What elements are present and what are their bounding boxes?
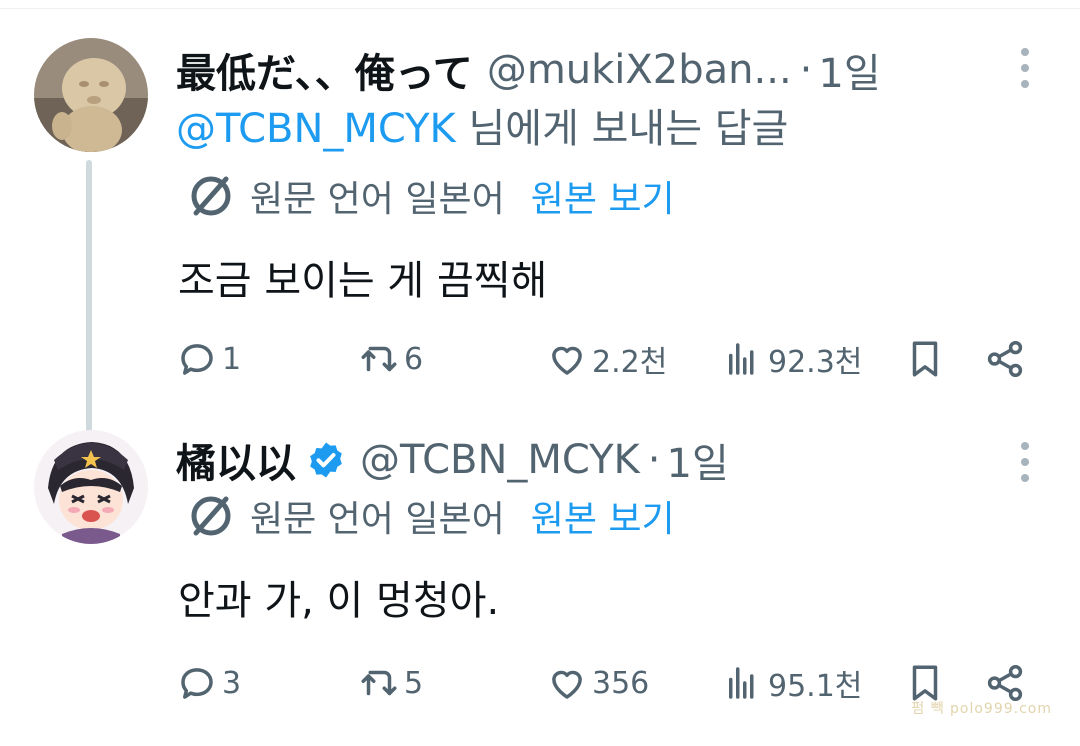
reply-button[interactable]: 3 bbox=[176, 658, 241, 708]
timestamp[interactable]: 1일 bbox=[818, 41, 880, 99]
more-options-icon[interactable] bbox=[1018, 442, 1032, 482]
retweet-button[interactable]: 6 bbox=[358, 334, 423, 384]
views-button[interactable]: 92.3천 bbox=[722, 334, 862, 384]
like-icon bbox=[552, 670, 582, 699]
like-button[interactable]: 356 bbox=[546, 658, 649, 708]
reply-context: @TCBN_MCYK 님에게 보내는 답글 bbox=[176, 96, 788, 154]
translation-bar: 원문 언어 일본어 원본 보기 bbox=[186, 490, 675, 542]
tweet-header: 最低だ、、俺って @mukiX2ban... · 1일 bbox=[176, 40, 881, 100]
avatar[interactable] bbox=[34, 38, 148, 152]
retweet-icon bbox=[361, 670, 397, 696]
like-icon bbox=[552, 346, 582, 375]
action-bar: 1 6 2.2천 92.3천 bbox=[176, 334, 1028, 384]
share-button[interactable] bbox=[984, 334, 1026, 384]
action-bar: 3 5 356 95.1천 bbox=[176, 658, 1028, 708]
more-options-icon[interactable] bbox=[1018, 48, 1032, 88]
view-count: 95.1천 bbox=[768, 669, 863, 704]
display-name[interactable]: 最低だ、、俺って bbox=[176, 41, 473, 99]
separator-dot: · bbox=[799, 47, 813, 93]
display-name[interactable]: 橘以以 bbox=[176, 431, 296, 489]
show-original-link[interactable]: 원본 보기 bbox=[531, 170, 675, 222]
like-count: 2.2천 bbox=[592, 345, 668, 380]
retweet-count: 6 bbox=[404, 341, 424, 377]
bookmark-icon bbox=[912, 341, 938, 377]
user-handle[interactable]: @TCBN_MCYK bbox=[360, 437, 640, 483]
avatar[interactable] bbox=[34, 430, 148, 544]
top-divider bbox=[0, 8, 1080, 9]
reply-icon bbox=[181, 668, 213, 699]
translated-from-label: 원문 언어 일본어 bbox=[250, 499, 505, 540]
tweet-text: 조금 보이는 게 끔찍해 bbox=[178, 258, 548, 304]
verified-badge-icon bbox=[310, 442, 342, 478]
thread-line bbox=[86, 160, 92, 450]
reply-count: 3 bbox=[222, 665, 242, 701]
tweet-reply[interactable]: 最低だ、、俺って @mukiX2ban... · 1일 @TCBN_MCYK 님… bbox=[0, 30, 1080, 450]
separator-dot: · bbox=[647, 437, 661, 483]
user-handle[interactable]: @mukiX2ban... bbox=[487, 47, 792, 93]
bookmark-button[interactable] bbox=[904, 334, 946, 384]
timestamp[interactable]: 1일 bbox=[667, 431, 729, 489]
reply-count: 1 bbox=[222, 341, 242, 377]
retweet-count: 5 bbox=[404, 665, 424, 701]
share-icon bbox=[987, 340, 1023, 378]
reply-button[interactable]: 1 bbox=[176, 334, 241, 384]
reply-to-mention[interactable]: @TCBN_MCYK bbox=[176, 106, 456, 152]
tweet-text: 안과 가, 이 멍청아. bbox=[178, 578, 500, 624]
translation-bar: 원문 언어 일본어 원본 보기 bbox=[186, 170, 675, 222]
translate-globe-icon bbox=[191, 496, 231, 536]
reply-to-suffix: 님에게 보내는 답글 bbox=[455, 106, 789, 152]
views-button[interactable]: 95.1천 bbox=[722, 658, 862, 708]
reply-icon bbox=[181, 344, 213, 375]
translated-from-label: 원문 언어 일본어 bbox=[250, 179, 505, 220]
translate-globe-icon bbox=[191, 176, 231, 216]
retweet-icon bbox=[361, 346, 397, 372]
tweet-header: 橘以以 @TCBN_MCYK · 1일 bbox=[176, 430, 729, 490]
like-button[interactable]: 2.2천 bbox=[546, 334, 667, 384]
watermark: 펌 빽 polo999.com bbox=[911, 701, 1052, 717]
views-icon bbox=[729, 343, 754, 375]
like-count: 356 bbox=[592, 665, 650, 701]
view-count: 92.3천 bbox=[768, 345, 863, 380]
show-original-link[interactable]: 원본 보기 bbox=[531, 490, 675, 542]
retweet-button[interactable]: 5 bbox=[358, 658, 423, 708]
views-icon bbox=[729, 667, 754, 699]
